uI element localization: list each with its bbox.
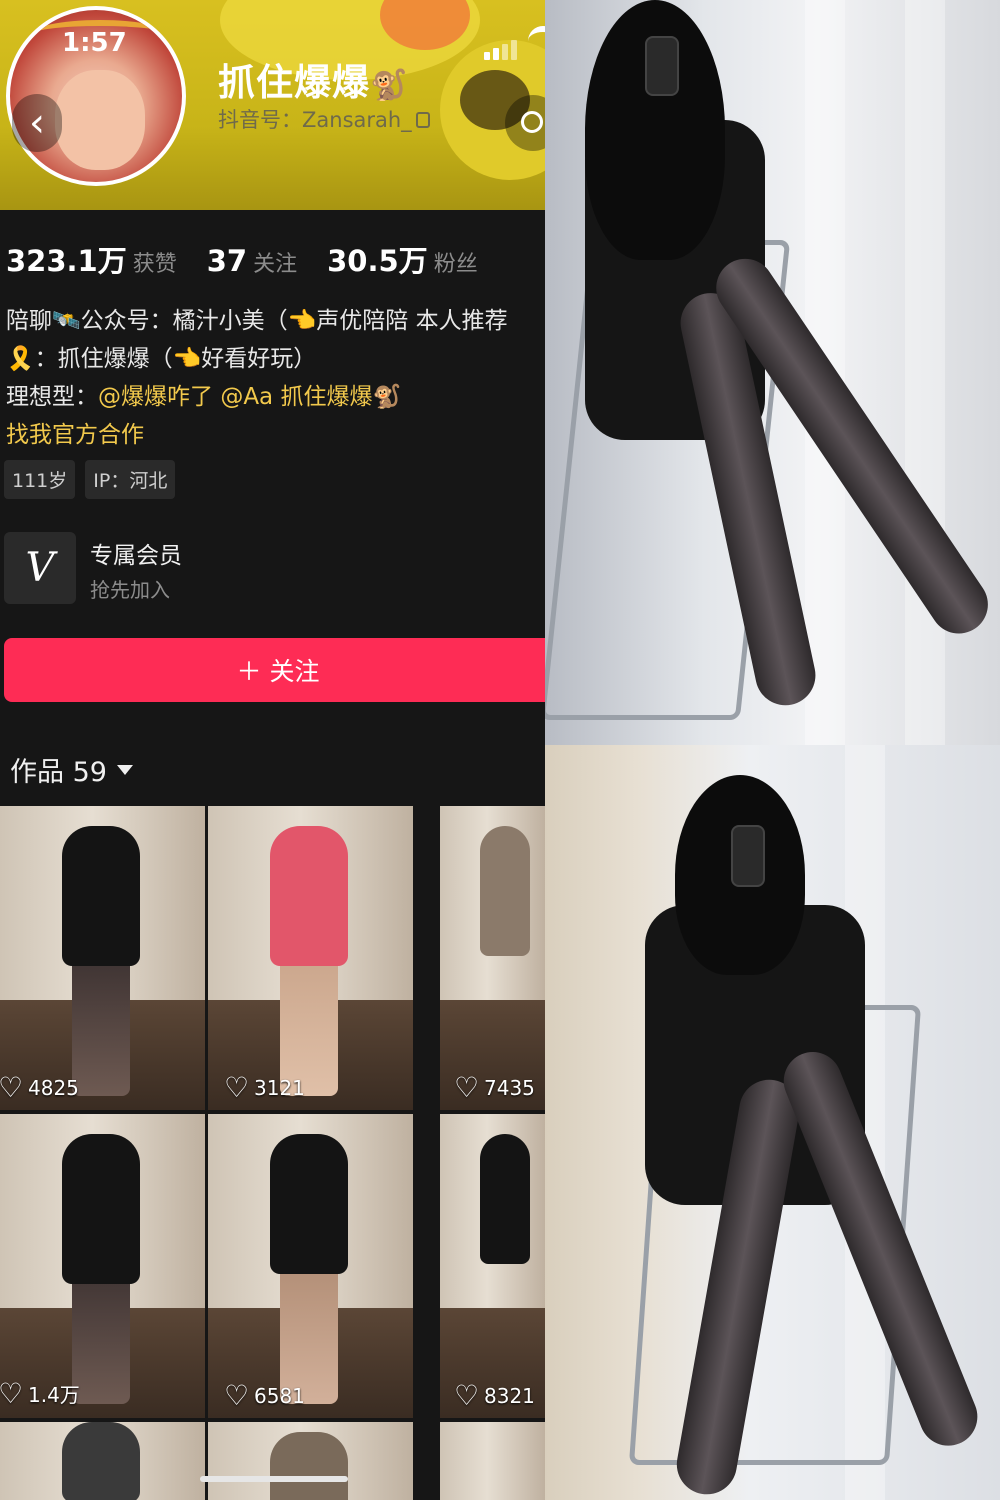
copy-icon[interactable] (415, 112, 430, 128)
like-count: 6581 (224, 1379, 305, 1412)
video-thumbnail[interactable]: 3121 (208, 806, 413, 1110)
heart-icon (454, 1071, 479, 1104)
profile-tags: 111岁 IP：河北 (4, 460, 176, 499)
like-count-text: 3121 (254, 1076, 305, 1100)
followers-label: 粉丝 (433, 252, 478, 277)
membership-subtitle: 抢先加入 (90, 578, 170, 602)
chevron-left-icon: ‹ (29, 100, 45, 146)
likes-count[interactable]: 323.1万 (6, 238, 127, 280)
bio-line-1: 陪聊🛰️公众号：橘汁小美（👈声优陪陪 本人推荐 (6, 308, 508, 334)
like-count-text: 8321 (484, 1384, 535, 1408)
likes-label: 获赞 (132, 252, 177, 277)
works-tab[interactable]: 作品 59 (10, 750, 133, 789)
heart-icon (0, 1071, 23, 1104)
like-count-text: 7435 (484, 1076, 535, 1100)
photo-top (545, 0, 1000, 745)
monkey-emoji-icon: 🐒 (370, 68, 409, 103)
following-count[interactable]: 37 (207, 244, 247, 278)
like-count: 3121 (224, 1071, 305, 1104)
back-button[interactable]: ‹ (12, 94, 62, 152)
mention-link-1[interactable]: @爆爆咋了 (98, 384, 213, 410)
nickname-text: 抓住爆爆 (218, 61, 370, 104)
bio-ideal-label: 理想型： (6, 384, 98, 410)
caret-down-icon (116, 764, 133, 775)
following-label: 关注 (253, 252, 298, 277)
profile-screen: 1:57 ‹ 抓住爆爆🐒 抖音号：Zansarah_ 323.1万 获赞 37 … (0, 0, 545, 1500)
mention-link-2[interactable]: @Aa 抓住爆爆 (220, 384, 372, 410)
heart-icon (224, 1379, 249, 1412)
like-count-text: 6581 (254, 1384, 305, 1408)
like-count: 8321 (454, 1379, 535, 1412)
heart-icon (0, 1377, 23, 1410)
bio-line-3: 理想型：@爆爆咋了 @Aa 抓住爆爆🐒 (6, 378, 545, 416)
official-cooperation-link[interactable]: 找我官方合作 (6, 416, 545, 454)
search-icon (521, 111, 543, 133)
bio: 陪聊🛰️公众号：橘汁小美（👈声优陪陪 本人推荐 🎗️：抓住爆爆（👈好看好玩） 理… (6, 302, 545, 454)
status-time: 1:57 (62, 28, 127, 58)
vip-v-icon: V (4, 532, 76, 604)
video-thumbnail[interactable]: 8321 (440, 1114, 545, 1418)
nickname: 抓住爆爆🐒 (218, 52, 408, 106)
user-id[interactable]: 抖音号：Zansarah_ (218, 104, 430, 134)
like-count: 7435 (454, 1071, 535, 1104)
video-thumbnail[interactable]: 1.4万 (0, 1114, 205, 1418)
like-count: 4825 (0, 1071, 79, 1104)
ip-location-tag: IP：河北 (85, 460, 176, 499)
bio-line-2: 🎗️：抓住爆爆（👈好看好玩） (6, 346, 317, 372)
home-indicator[interactable] (200, 1476, 348, 1482)
video-thumbnail[interactable]: 4825 (0, 806, 205, 1110)
like-count-text: 4825 (28, 1076, 79, 1100)
video-thumbnail[interactable]: 6581 (208, 1114, 413, 1418)
video-thumbnail[interactable] (440, 1422, 545, 1500)
works-label: 作品 59 (10, 757, 107, 788)
user-id-text: 抖音号：Zansarah_ (218, 108, 412, 132)
profile-stats: 323.1万 获赞 37 关注 30.5万 粉丝 (6, 238, 508, 280)
heart-icon (224, 1071, 249, 1104)
followers-count[interactable]: 30.5万 (327, 238, 428, 280)
like-count: 1.4万 (0, 1377, 80, 1410)
signal-icon (484, 38, 520, 60)
video-thumbnail[interactable] (208, 1422, 413, 1500)
video-thumbnail[interactable]: 7435 (440, 806, 545, 1110)
membership-entry[interactable]: V 专属会员 抢先加入 (4, 532, 544, 604)
like-count-text: 1.4万 (28, 1383, 80, 1407)
video-thumbnail[interactable] (0, 1422, 205, 1500)
membership-title: 专属会员 (90, 543, 182, 569)
photo-bottom (545, 745, 1000, 1500)
heart-icon (454, 1379, 479, 1412)
age-tag: 111岁 (4, 460, 76, 499)
follow-button[interactable]: ＋ 关注 (4, 638, 545, 702)
monkey-emoji-icon: 🐒 (372, 384, 402, 410)
